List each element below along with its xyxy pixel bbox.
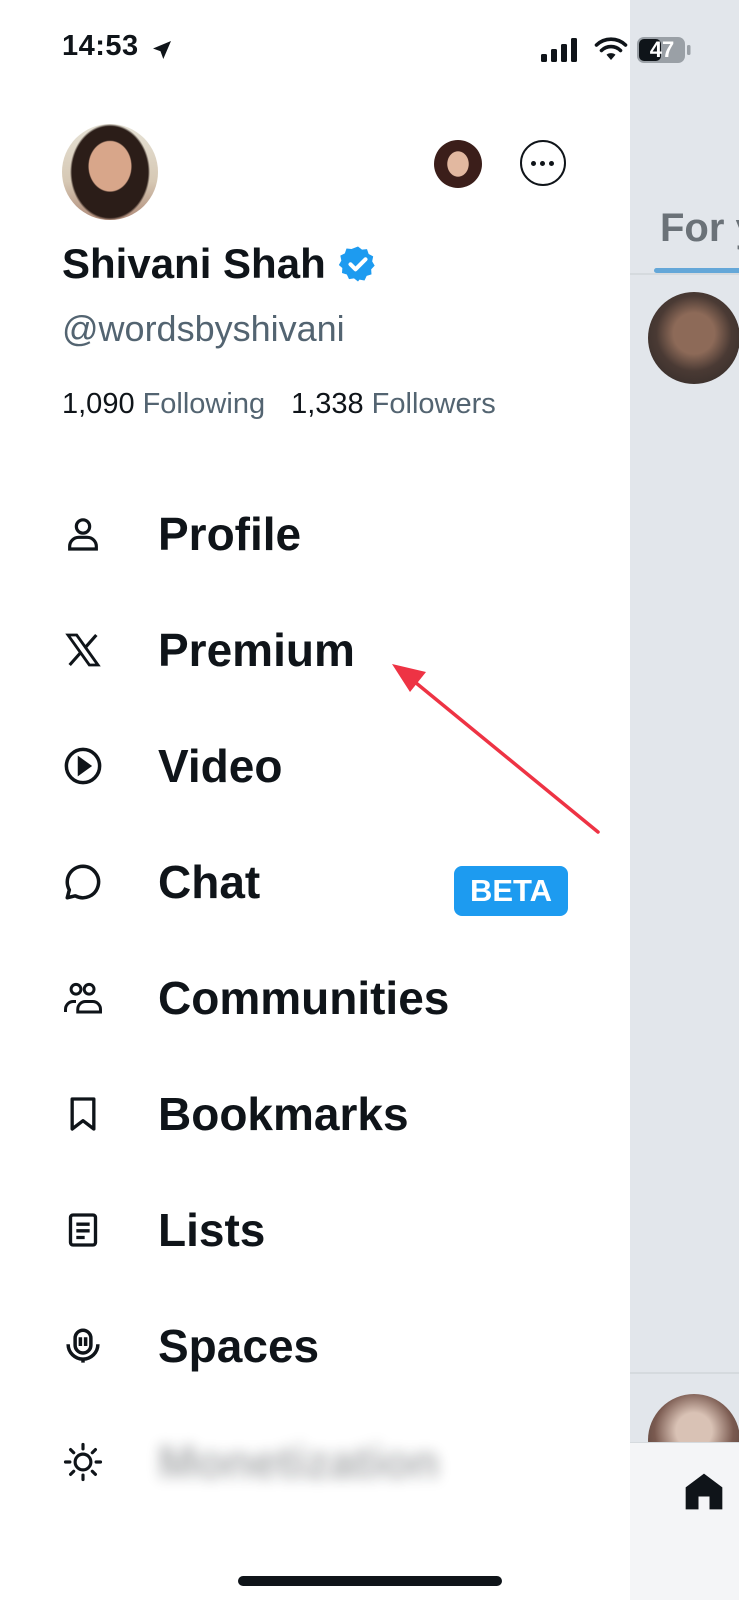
more-dot xyxy=(549,161,554,166)
beta-badge: BETA xyxy=(454,866,568,916)
menu-item-label: Premium xyxy=(158,624,355,676)
follow-stats: 1,090 Following 1,338 Followers xyxy=(62,388,496,421)
bookmark-icon xyxy=(62,1093,104,1135)
menu-item-lists[interactable]: Lists xyxy=(62,1190,622,1270)
location-arrow-icon xyxy=(153,41,171,59)
communities-icon xyxy=(62,977,104,1019)
switch-account-avatar[interactable] xyxy=(434,140,482,188)
followers-label: Followers xyxy=(371,388,496,420)
person-icon xyxy=(62,513,104,555)
list-icon xyxy=(62,1209,104,1251)
menu-item-monetization[interactable]: Monetization xyxy=(62,1422,622,1502)
background-feed: For y xyxy=(630,0,739,1600)
sun-icon xyxy=(62,1441,104,1483)
battery-percent: 47 xyxy=(649,37,675,62)
more-options-button[interactable] xyxy=(520,140,566,186)
cellular-signal-icon xyxy=(541,38,577,62)
wifi-icon xyxy=(594,37,628,60)
menu-item-label: Video xyxy=(158,740,283,792)
menu-item-spaces[interactable]: Spaces xyxy=(62,1306,622,1386)
menu-item-label: Monetization xyxy=(158,1436,440,1488)
feed-post-avatar[interactable] xyxy=(648,292,739,384)
menu-item-bookmarks[interactable]: Bookmarks xyxy=(62,1074,622,1154)
side-drawer: Shivani Shah @wordsbyshivani 1,090 Follow… xyxy=(0,0,630,1600)
following-label: Following xyxy=(142,388,266,420)
menu-item-communities[interactable]: Communities xyxy=(62,958,622,1038)
home-icon[interactable] xyxy=(682,1469,726,1513)
profile-avatar[interactable] xyxy=(62,124,158,220)
feed-tab-for-you[interactable]: For y xyxy=(660,206,739,251)
menu-item-label: Profile xyxy=(158,508,302,560)
feed-divider xyxy=(630,273,739,275)
status-time: 14:53 xyxy=(62,30,139,62)
more-dot xyxy=(531,161,536,166)
more-dot xyxy=(540,161,545,166)
menu-item-label: Bookmarks xyxy=(158,1088,409,1140)
feed-divider xyxy=(630,1372,739,1374)
chat-bubble-icon xyxy=(62,861,104,903)
bottom-tab-bar xyxy=(630,1442,739,1600)
menu-item-label: Lists xyxy=(158,1204,266,1256)
menu-item-label: Spaces xyxy=(158,1320,320,1372)
menu-item-label: Chat xyxy=(158,856,261,908)
home-indicator[interactable] xyxy=(238,1576,502,1586)
following-count: 1,090 xyxy=(62,388,135,420)
profile-name[interactable]: Shivani Shah xyxy=(62,240,326,288)
profile-handle: @wordsbyshivani xyxy=(62,308,345,349)
menu-item-premium[interactable]: Premium xyxy=(62,610,622,690)
followers-count: 1,338 xyxy=(291,388,364,420)
menu-item-video[interactable]: Video xyxy=(62,726,622,806)
profile-name-row: Shivani Shah xyxy=(62,240,378,288)
following-link[interactable]: 1,090 Following xyxy=(62,388,265,421)
play-circle-icon xyxy=(62,745,104,787)
verified-badge-icon[interactable] xyxy=(338,244,378,284)
x-logo-icon xyxy=(62,629,104,671)
status-bar: 14:53 47 xyxy=(0,0,739,100)
spaces-mic-icon xyxy=(62,1325,104,1367)
menu-item-profile[interactable]: Profile xyxy=(62,494,622,574)
menu-item-label: Communities xyxy=(158,972,450,1024)
followers-link[interactable]: 1,338 Followers xyxy=(291,388,496,421)
